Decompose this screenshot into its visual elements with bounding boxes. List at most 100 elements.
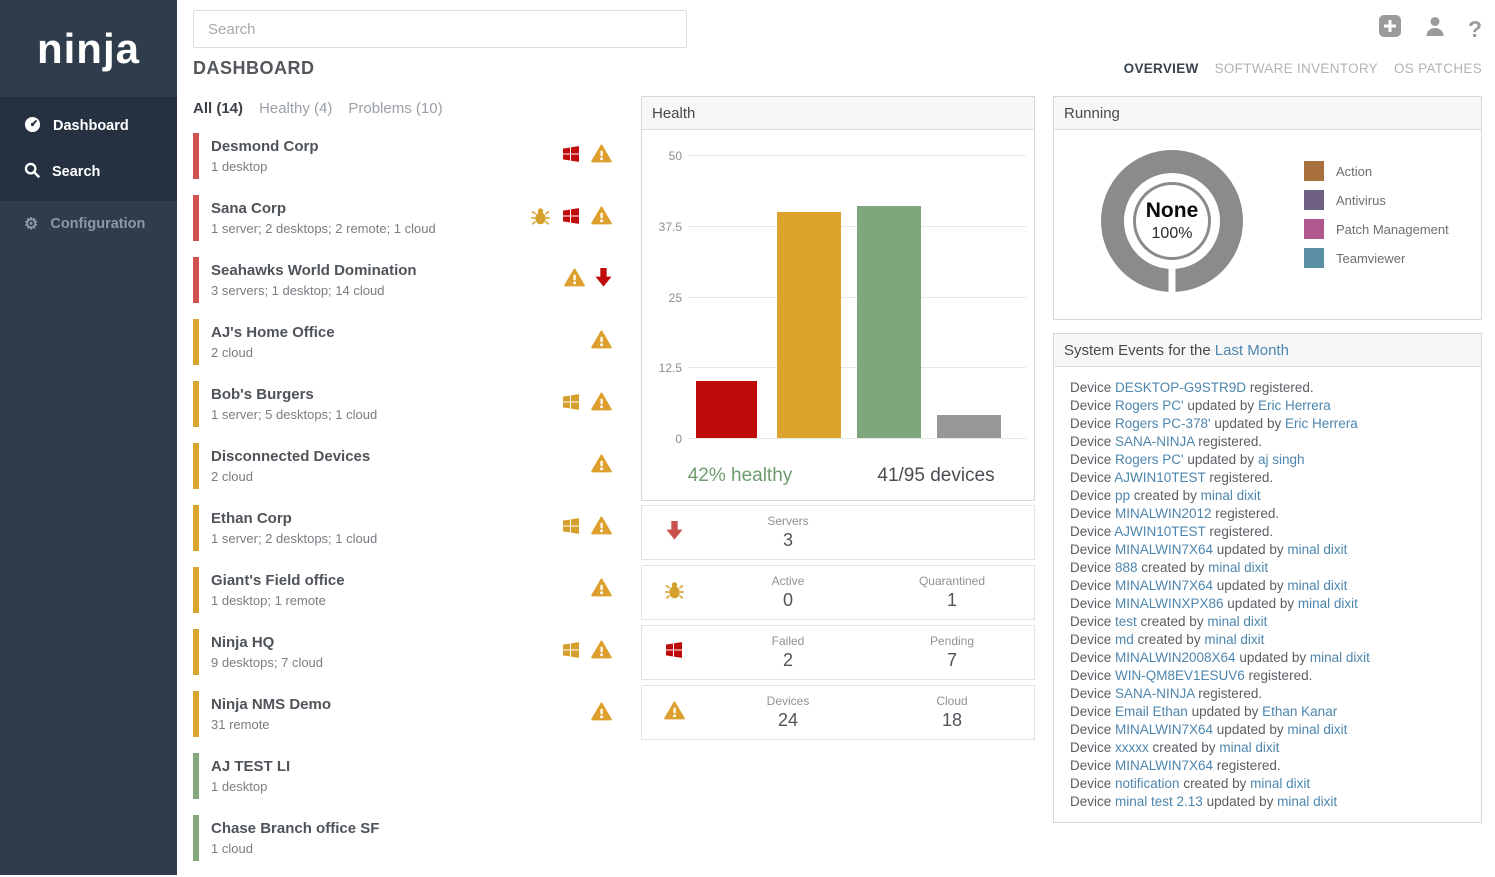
tab-overview[interactable]: OVERVIEW xyxy=(1124,61,1199,76)
device-link[interactable]: AJWIN10TEST xyxy=(1114,524,1205,539)
organization-name: Ninja HQ xyxy=(211,634,323,651)
user-link[interactable]: minal dixit xyxy=(1204,632,1264,647)
device-link[interactable]: MINALWIN2008X64 xyxy=(1115,650,1236,665)
device-status-icons xyxy=(591,702,622,726)
event-text: Device xyxy=(1070,776,1115,791)
search-input[interactable] xyxy=(193,10,687,48)
device-link[interactable]: MINALWINXPX86 xyxy=(1115,596,1224,611)
device-list-item[interactable]: Bob's Burgers 1 server; 5 desktops; 1 cl… xyxy=(193,381,622,427)
device-link[interactable]: MINALWIN2012 xyxy=(1115,506,1212,521)
add-icon[interactable] xyxy=(1378,14,1402,43)
device-link[interactable]: xxxxx xyxy=(1115,740,1149,755)
running-panel: Running None 100% Action Antivirus Patch… xyxy=(1053,96,1482,320)
device-link[interactable]: MINALWIN7X64 xyxy=(1115,722,1213,737)
device-link[interactable]: Rogers PC' xyxy=(1115,398,1184,413)
event-action: updated by xyxy=(1203,794,1274,809)
device-list-item[interactable]: Sana Corp 1 server; 2 desktops; 2 remote… xyxy=(193,195,622,241)
organization-devices-summary: 2 cloud xyxy=(211,345,335,360)
device-list-item[interactable]: Ethan Corp 1 server; 2 desktops; 1 cloud xyxy=(193,505,622,551)
device-link[interactable]: Rogers PC-378' xyxy=(1115,416,1211,431)
device-list-item[interactable]: Ninja NMS Demo 31 remote xyxy=(193,691,622,737)
sidebar-item-configuration[interactable]: ⚙ Configuration xyxy=(0,201,177,247)
stat-icon-cell xyxy=(642,580,706,605)
user-link[interactable]: Ethan Kanar xyxy=(1262,704,1337,719)
event-text: Device xyxy=(1070,488,1115,503)
device-list-item[interactable]: Chase Branch office SF 1 cloud xyxy=(193,815,622,861)
organization-devices-summary: 1 desktop; 1 remote xyxy=(211,593,345,608)
device-list-item[interactable]: Disconnected Devices 2 cloud xyxy=(193,443,622,489)
device-link[interactable]: MINALWIN7X64 xyxy=(1115,758,1213,773)
gear-icon: ⚙ xyxy=(24,214,38,234)
user-link[interactable]: Eric Herrera xyxy=(1258,398,1331,413)
warning-icon xyxy=(591,330,612,354)
device-tab-all[interactable]: All (14) xyxy=(193,100,243,117)
user-link[interactable]: Eric Herrera xyxy=(1285,416,1358,431)
sidebar-item-label: Configuration xyxy=(50,216,145,232)
device-list-item[interactable]: Giant's Field office 1 desktop; 1 remote xyxy=(193,567,622,613)
tab-software-inventory[interactable]: SOFTWARE INVENTORY xyxy=(1215,61,1378,76)
system-event: Device MINALWIN7X64 updated by minal dix… xyxy=(1070,721,1471,739)
user-link[interactable]: minal dixit xyxy=(1287,722,1347,737)
device-link[interactable]: AJWIN10TEST xyxy=(1114,470,1205,485)
event-action: updated by xyxy=(1224,596,1295,611)
device-tab-problems[interactable]: Problems (10) xyxy=(348,100,442,117)
user-link[interactable]: minal dixit xyxy=(1298,596,1358,611)
user-link[interactable]: minal dixit xyxy=(1287,542,1347,557)
system-event: Device test created by minal dixit xyxy=(1070,613,1471,631)
device-list-item[interactable]: AJ's Home Office 2 cloud xyxy=(193,319,622,365)
healthy-percent-label: 42% healthy xyxy=(642,465,838,487)
device-list-item[interactable]: Seahawks World Domination 3 servers; 1 d… xyxy=(193,257,622,303)
organization-devices-summary: 1 server; 2 desktops; 1 cloud xyxy=(211,531,377,546)
device-link[interactable]: MINALWIN7X64 xyxy=(1115,578,1213,593)
help-icon[interactable]: ? xyxy=(1468,17,1482,41)
user-link[interactable]: minal dixit xyxy=(1219,740,1279,755)
device-filter-tabs: All (14) Healthy (4) Problems (10) xyxy=(193,100,622,117)
warning-icon xyxy=(591,578,612,602)
health-stat-row: Active 0Quarantined 1 xyxy=(641,565,1035,620)
device-link[interactable]: DESKTOP-G9STR9D xyxy=(1115,380,1246,395)
device-link[interactable]: 888 xyxy=(1115,560,1138,575)
tab-os-patches[interactable]: OS PATCHES xyxy=(1394,61,1482,76)
event-action: updated by xyxy=(1184,398,1255,413)
event-text: Device xyxy=(1070,722,1115,737)
sidebar-item-dashboard[interactable]: Dashboard xyxy=(0,103,177,149)
user-link[interactable]: minal dixit xyxy=(1201,488,1261,503)
user-link[interactable]: aj singh xyxy=(1258,452,1305,467)
donut-center: None 100% xyxy=(1133,182,1211,260)
user-link[interactable]: minal dixit xyxy=(1250,776,1310,791)
device-link[interactable]: SANA-NINJA xyxy=(1115,434,1195,449)
sidebar-item-search[interactable]: Search xyxy=(0,149,177,195)
device-list-item[interactable]: Desmond Corp 1 desktop xyxy=(193,133,622,179)
device-link[interactable]: minal test 2.13 xyxy=(1115,794,1203,809)
warning-icon xyxy=(591,516,612,540)
organization-name: Seahawks World Domination xyxy=(211,262,417,279)
warning-icon xyxy=(591,392,612,416)
device-link[interactable]: WIN-QM8EV1ESUV6 xyxy=(1115,668,1245,683)
device-link[interactable]: md xyxy=(1115,632,1134,647)
user-link[interactable]: minal dixit xyxy=(1310,650,1370,665)
device-link[interactable]: pp xyxy=(1115,488,1130,503)
user-link[interactable]: minal dixit xyxy=(1207,614,1267,629)
device-link[interactable]: Rogers PC' xyxy=(1115,452,1184,467)
stat-active: Active 0 xyxy=(706,574,870,611)
bug-icon xyxy=(530,206,551,231)
donut-center-value: 100% xyxy=(1152,225,1193,243)
device-link[interactable]: MINALWIN7X64 xyxy=(1115,542,1213,557)
device-link[interactable]: Email Ethan xyxy=(1115,704,1188,719)
device-tab-healthy[interactable]: Healthy (4) xyxy=(259,100,332,117)
device-list-item[interactable]: AJ TEST LI 1 desktop xyxy=(193,753,622,799)
warning-icon xyxy=(591,206,612,230)
device-link[interactable]: notification xyxy=(1115,776,1180,791)
ninja-rmm-dashboard: { "colors": { "sidebar_bg": "#2e3c4b", "… xyxy=(0,0,1495,875)
user-link[interactable]: minal dixit xyxy=(1277,794,1337,809)
topbar-icons: ? xyxy=(1378,14,1482,43)
device-list-item[interactable]: Ninja HQ 9 desktops; 7 cloud xyxy=(193,629,622,675)
last-month-link[interactable]: Last Month xyxy=(1215,342,1289,359)
device-link[interactable]: test xyxy=(1115,614,1137,629)
donut-slice-gap xyxy=(1169,265,1176,292)
user-icon[interactable] xyxy=(1424,15,1446,42)
user-link[interactable]: minal dixit xyxy=(1287,578,1347,593)
device-link[interactable]: SANA-NINJA xyxy=(1115,686,1195,701)
legend-item-antivirus: Antivirus xyxy=(1304,190,1449,210)
user-link[interactable]: minal dixit xyxy=(1208,560,1268,575)
